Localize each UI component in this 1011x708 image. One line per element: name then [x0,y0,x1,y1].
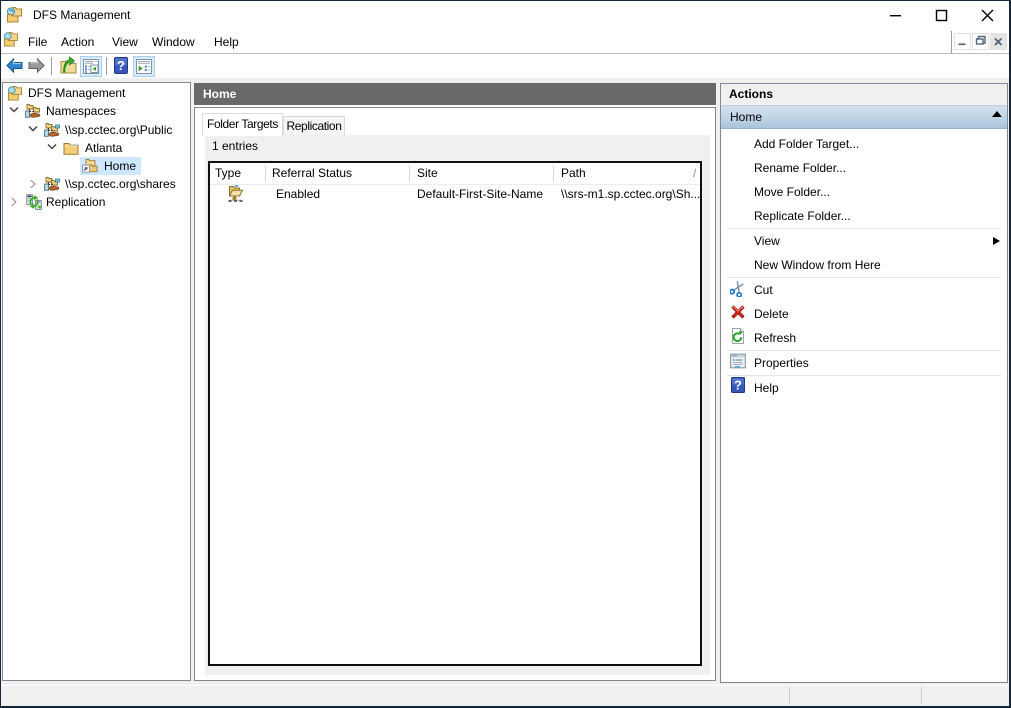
svg-text:?: ? [117,58,125,73]
svg-text:?: ? [734,379,742,393]
